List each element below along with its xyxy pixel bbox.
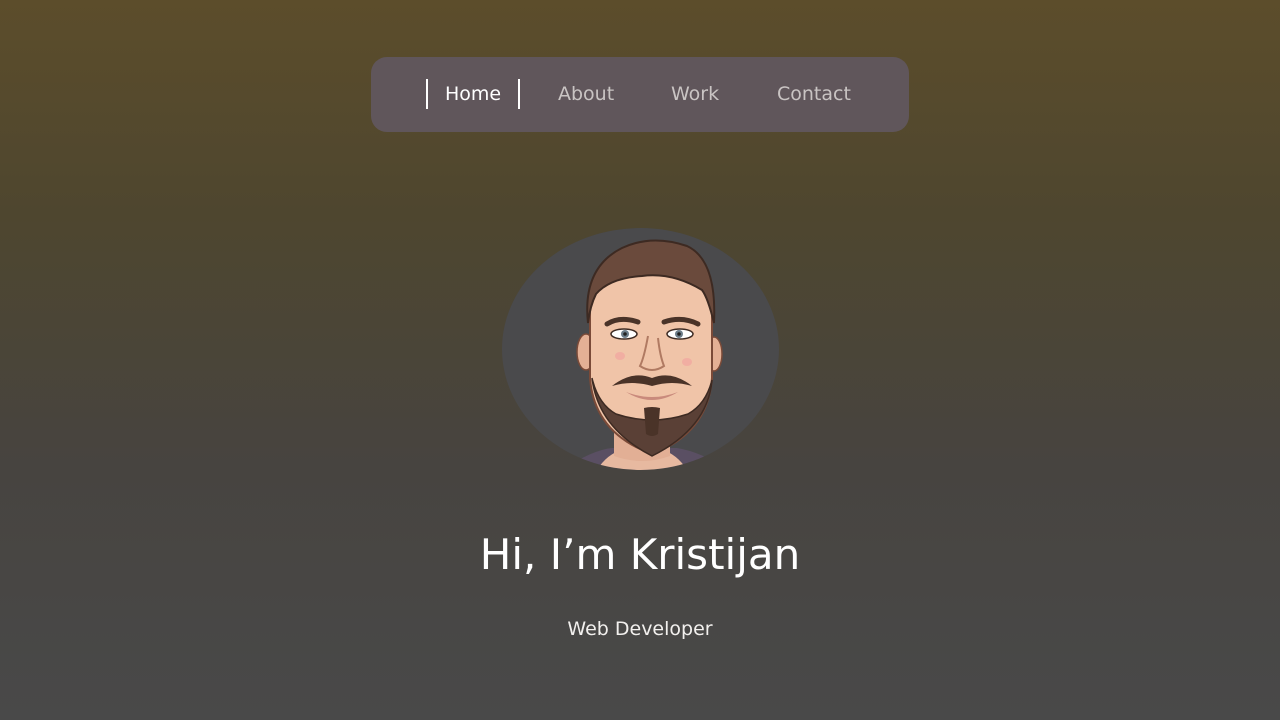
nav-item-home[interactable]: Home <box>445 57 501 132</box>
main-navigation: Home About Work Contact <box>371 57 909 132</box>
avatar <box>502 228 779 470</box>
active-indicator-right <box>518 79 520 109</box>
hero-headline: Hi, I’m Kristijan <box>479 530 801 579</box>
nav-item-contact[interactable]: Contact <box>777 57 851 132</box>
nav-item-work[interactable]: Work <box>671 57 719 132</box>
cartoon-portrait-icon <box>562 239 727 470</box>
nav-item-about[interactable]: About <box>558 57 614 132</box>
active-indicator-left <box>426 79 428 109</box>
page: Home About Work Contact Hi, I’m Kristija… <box>0 0 1280 720</box>
hero-subtitle: Web Developer <box>567 618 713 640</box>
